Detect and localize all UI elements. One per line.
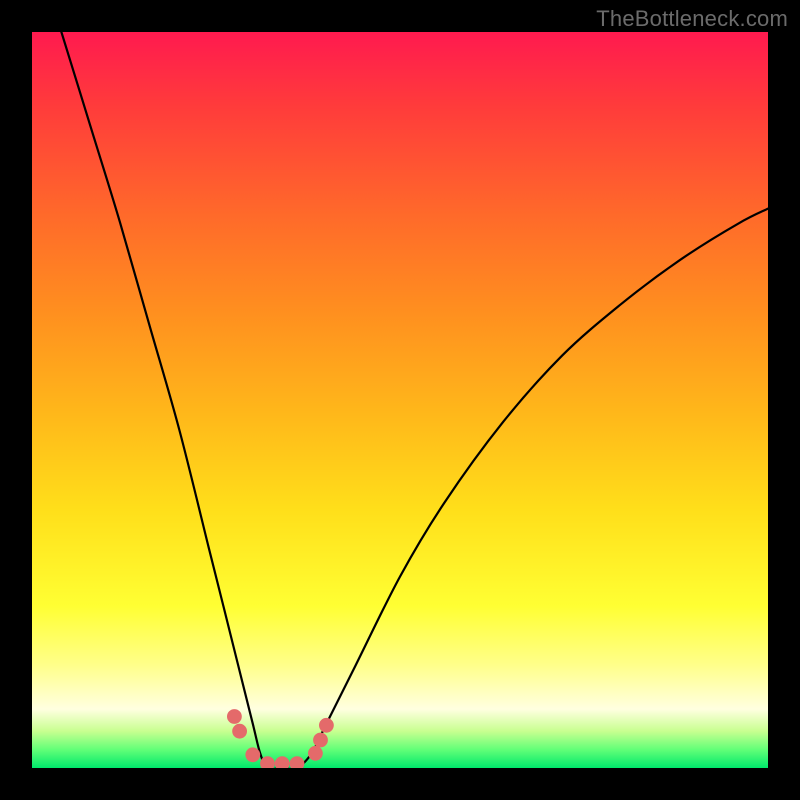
marker-dot bbox=[232, 724, 247, 739]
chart-svg bbox=[32, 32, 768, 768]
bottom-dots-group bbox=[227, 709, 334, 768]
marker-dot bbox=[290, 756, 305, 768]
marker-dot bbox=[227, 709, 242, 724]
marker-dot bbox=[308, 746, 323, 761]
bottleneck-curve bbox=[61, 32, 768, 768]
chart-frame: TheBottleneck.com bbox=[0, 0, 800, 800]
marker-dot bbox=[313, 733, 328, 748]
marker-dot bbox=[275, 756, 290, 768]
watermark-text: TheBottleneck.com bbox=[596, 6, 788, 32]
marker-dot bbox=[319, 718, 334, 733]
marker-dot bbox=[245, 747, 260, 762]
plot-area bbox=[32, 32, 768, 768]
